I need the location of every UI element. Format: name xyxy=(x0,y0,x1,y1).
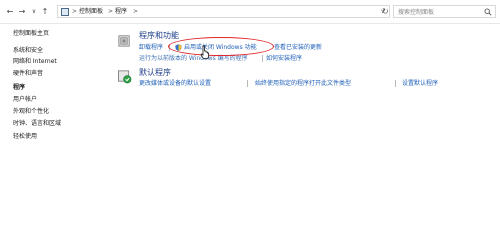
refresh-button[interactable]: ↻ xyxy=(382,7,389,17)
breadcrumb-control-panel[interactable]: 控制面板 xyxy=(79,7,103,17)
address-path[interactable]: > 控制面板 > 程序 > ∨ xyxy=(57,5,390,18)
programs-features-icon xyxy=(118,35,130,47)
category-title-default-programs[interactable]: 默认程序 xyxy=(139,68,171,78)
forward-button[interactable]: → xyxy=(17,7,27,17)
sidebar-item-hardware-sound[interactable]: 硬件和声音 xyxy=(13,70,43,78)
task-uninstall-program[interactable]: 卸载程序 xyxy=(139,44,163,52)
default-programs-icon xyxy=(118,70,132,84)
breadcrumb-separator: > xyxy=(108,8,114,15)
task-how-to-install[interactable]: 如何安装程序 xyxy=(266,55,302,63)
task-view-installed-updates[interactable]: 查看已安装的更新 xyxy=(274,44,322,52)
search-input[interactable] xyxy=(398,7,484,17)
sidebar-item-network[interactable]: 网络和 Internet xyxy=(13,58,57,66)
recent-locations-button[interactable]: ∨ xyxy=(29,7,39,17)
task-set-default-programs[interactable]: 设置默认程序 xyxy=(402,80,438,88)
sidebar-item-programs: 程序 xyxy=(13,84,26,91)
sidebar-item-clock-region[interactable]: 时钟、语言和区域 xyxy=(13,120,61,128)
sidebar-item-system-security[interactable]: 系统和安全 xyxy=(13,47,43,55)
address-bar: ← → ∨ ↑ > 控制面板 > 程序 > ∨ ↻ xyxy=(0,0,500,24)
task-separator xyxy=(395,80,396,87)
sidebar-home-link[interactable]: 控制面板主页 xyxy=(13,30,49,38)
search-box[interactable] xyxy=(393,5,496,18)
breadcrumb-separator: > xyxy=(133,8,139,15)
task-run-older-programs[interactable]: 运行为以前版本的 Windows 编写的程序 xyxy=(139,55,248,63)
highlight-annotation-ring xyxy=(168,37,274,56)
up-button[interactable]: ↑ xyxy=(40,7,50,17)
task-always-open-file-type[interactable]: 始终使用指定的程序打开此文件类型 xyxy=(255,80,351,88)
sidebar-item-ease-of-access[interactable]: 轻松使用 xyxy=(13,133,37,141)
category-title-programs-features[interactable]: 程序和功能 xyxy=(139,31,179,41)
back-button[interactable]: ← xyxy=(5,7,15,17)
search-icon[interactable] xyxy=(484,8,492,16)
sidebar-item-user-accounts[interactable]: 用户帐户 xyxy=(13,96,37,104)
task-change-media-defaults[interactable]: 更改媒体或设备的默认设置 xyxy=(139,80,211,88)
breadcrumb-separator: > xyxy=(72,8,78,15)
task-separator xyxy=(247,80,248,87)
hand-cursor-icon xyxy=(200,45,209,59)
control-panel-icon xyxy=(61,8,69,16)
sidebar-item-appearance[interactable]: 外观和个性化 xyxy=(13,108,49,116)
breadcrumb-programs[interactable]: 程序 xyxy=(115,7,127,17)
task-separator xyxy=(262,55,263,62)
